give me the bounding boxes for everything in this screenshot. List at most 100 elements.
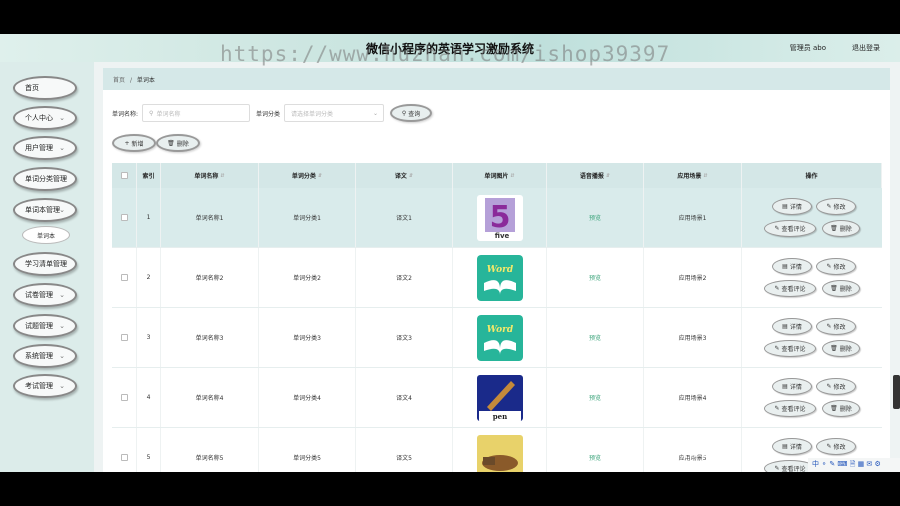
- audio-preview-link[interactable]: 预览: [589, 213, 601, 222]
- delete-button[interactable]: 🗑删除: [822, 400, 860, 417]
- edit-label: 修改: [833, 444, 846, 451]
- row-scene: 应用场景1: [644, 188, 742, 247]
- detail-button[interactable]: ▤ 详情: [772, 378, 812, 395]
- edit-button[interactable]: ✎ 修改: [816, 438, 856, 455]
- row-checkbox[interactable]: [120, 454, 128, 461]
- trash-icon: 🗑: [830, 405, 838, 412]
- edit-button[interactable]: ✎ 修改: [816, 258, 856, 275]
- view-comments-label: 查看评论: [781, 226, 806, 233]
- row-checkbox[interactable]: [120, 274, 128, 281]
- sidebar-subitem-wordbook[interactable]: 单词本: [22, 226, 70, 244]
- sidebar-item-users[interactable]: 用户管理 ⌄: [13, 136, 77, 160]
- sidebar-item-system[interactable]: 系统管理 ⌄: [13, 344, 77, 368]
- delete-button[interactable]: 🗑删除: [822, 220, 860, 237]
- col-index-label: 索引: [142, 173, 155, 180]
- logout-link[interactable]: 退出登录: [852, 43, 880, 53]
- search-icon: ⚲: [401, 109, 407, 117]
- row-index: 2: [137, 248, 161, 307]
- sidebar-item-papers[interactable]: 试卷管理 ⌄: [13, 283, 77, 307]
- file-icon: ▤: [782, 443, 788, 450]
- row-index: 4: [137, 368, 161, 427]
- batch-delete-button[interactable]: 🗑 删除: [156, 134, 200, 152]
- col-word-name[interactable]: 单词名称 ⇵: [161, 163, 259, 188]
- audio-preview-link[interactable]: 预览: [589, 453, 601, 462]
- detail-button[interactable]: ▤ 详情: [772, 318, 812, 335]
- view-comments-button[interactable]: ✎ 查看评论: [764, 220, 816, 237]
- col-category[interactable]: 单词分类 ⇵: [259, 163, 356, 188]
- delete-button[interactable]: 🗑删除: [822, 340, 860, 357]
- edit-button[interactable]: ✎ 修改: [816, 378, 856, 395]
- col-audio[interactable]: 语音播报 ⇵: [547, 163, 644, 188]
- scrollbar-thumb[interactable]: [893, 375, 900, 409]
- file-icon: ▤: [782, 383, 788, 390]
- table-row: 5单词名称5单词分类5译文5预览应用场景5▤详情✎修改✎查看评论🗑删除: [112, 428, 882, 472]
- row-checkbox[interactable]: [120, 334, 128, 341]
- view-comments-button[interactable]: ✎ 查看评论: [764, 280, 816, 297]
- word-image[interactable]: [476, 434, 523, 472]
- edit-button[interactable]: ✎ 修改: [816, 198, 856, 215]
- col-category-label: 单词分类: [291, 173, 316, 180]
- row-category: 单词分类5: [259, 428, 356, 472]
- sidebar-item-profile[interactable]: 个人中心 ⌄: [13, 106, 77, 130]
- audio-preview-link[interactable]: 预览: [589, 393, 601, 402]
- word-image[interactable]: Word: [476, 254, 523, 301]
- sidebar-item-home[interactable]: 首页: [13, 76, 77, 100]
- word-image[interactable]: Word: [476, 314, 523, 361]
- detail-button[interactable]: ▤ 详情: [772, 198, 812, 215]
- sort-icon: ⇵: [220, 172, 225, 179]
- view-comments-button[interactable]: ✎ 查看评论: [764, 340, 816, 357]
- row-category: 单词分类4: [259, 368, 356, 427]
- col-translation[interactable]: 译文 ⇵: [356, 163, 453, 188]
- detail-button[interactable]: ▤ 详情: [772, 258, 812, 275]
- tray-icons[interactable]: 中 ⚬ ✎ ⌨ 🗎 ▦ ✉ ⚙: [812, 459, 881, 471]
- row-audio-cell: 预览: [547, 188, 644, 247]
- view-comments-button[interactable]: ✎ 查看评论: [764, 400, 816, 417]
- row-select-cell: [112, 428, 137, 472]
- word-name-input[interactable]: ⚲ 单词名称: [142, 104, 251, 122]
- table-row: 1 单词名称1 单词分类1 译文1 5 five 预览 应用场景1 ▤ 详情 ✎ 修改 ✎ 查看评论 🗑 删除: [112, 188, 882, 248]
- col-image[interactable]: 单词图片 ⇵: [453, 163, 547, 188]
- row-image-cell: 5 five: [453, 188, 547, 247]
- row-scene: 应用场景2: [644, 248, 742, 307]
- sidebar-item-study-list[interactable]: 学习清单管理 ⌄: [13, 252, 77, 276]
- row-audio-cell: 预览: [547, 248, 644, 307]
- chevron-down-icon: ⌄: [59, 175, 65, 183]
- sidebar-item-questions[interactable]: 试题管理 ⌄: [13, 314, 77, 338]
- sidebar-item-wordbook[interactable]: 单词本管理 ⌄: [13, 198, 77, 222]
- delete-label: 删除: [839, 226, 852, 233]
- breadcrumb-home[interactable]: 首页: [113, 77, 125, 84]
- query-button[interactable]: ⚲ 查询: [390, 104, 433, 122]
- category-select[interactable]: 请选择单词分类 ⌄: [284, 104, 385, 122]
- row-checkbox[interactable]: [120, 394, 128, 401]
- image-number: 5: [489, 200, 510, 235]
- row-actions: ▤详情✎修改✎查看评论 🗑删除: [764, 308, 882, 367]
- row-word-name: 单词名称5: [161, 428, 259, 472]
- edit-label: 修改: [833, 264, 846, 271]
- add-button[interactable]: + 新增: [112, 134, 156, 152]
- edit-label: 修改: [833, 324, 846, 331]
- chevron-down-icon: ⌄: [59, 206, 65, 214]
- sidebar-item-label: 考试管理: [25, 382, 53, 390]
- search-bar: 单词名称: ⚲ 单词名称 单词分类 请选择单词分类 ⌄ ⚲ 查询: [112, 104, 433, 122]
- word-image[interactable]: pen: [476, 374, 523, 421]
- delete-button[interactable]: 🗑删除: [822, 280, 860, 297]
- detail-button[interactable]: ▤ 详情: [772, 438, 812, 455]
- sidebar-item-word-category[interactable]: 单词分类管理 ⌄: [13, 167, 77, 191]
- sidebar-item-exams[interactable]: 考试管理 ⌄: [13, 374, 77, 398]
- row-translation: 译文1: [356, 188, 453, 247]
- row-checkbox[interactable]: [120, 214, 128, 221]
- view-comments-label: 查看评论: [781, 286, 806, 293]
- chevron-down-icon: ⌄: [59, 322, 65, 330]
- admin-user[interactable]: 管理员 abo: [790, 43, 826, 53]
- audio-preview-link[interactable]: 预览: [589, 333, 601, 342]
- row-category: 单词分类2: [259, 248, 356, 307]
- breadcrumb: 首页 / 单词本: [103, 68, 890, 90]
- select-all-checkbox[interactable]: [120, 172, 128, 179]
- edit-button[interactable]: ✎ 修改: [816, 318, 856, 335]
- file-icon: ▤: [782, 323, 788, 330]
- image-word: pen: [492, 412, 506, 421]
- row-actions: ▤详情✎修改✎查看评论 🗑删除: [764, 368, 882, 427]
- audio-preview-link[interactable]: 预览: [589, 273, 601, 282]
- word-image[interactable]: 5 five: [476, 194, 523, 241]
- col-scene[interactable]: 应用场景 ⇵: [644, 163, 742, 188]
